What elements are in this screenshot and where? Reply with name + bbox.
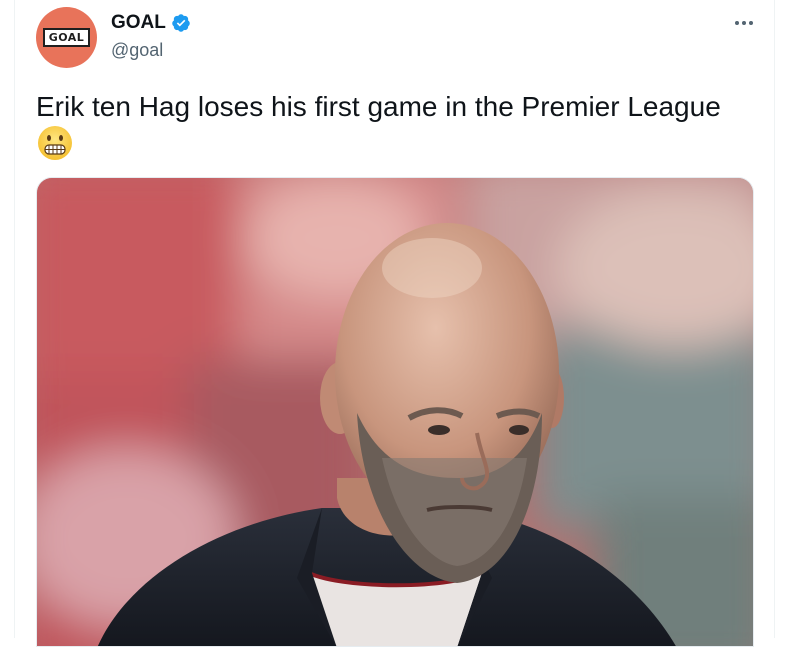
- more-options-button[interactable]: [730, 12, 758, 34]
- dot: [742, 21, 746, 25]
- tweet-text: Erik ten Hag loses his first game in the…: [36, 91, 721, 122]
- goal-logo: GOAL: [42, 28, 91, 47]
- author-handle[interactable]: @goal: [111, 40, 163, 61]
- photo-illustration: [37, 178, 753, 646]
- avatar[interactable]: GOAL: [36, 7, 97, 68]
- author-name-row: GOAL: [111, 12, 191, 34]
- grimacing-face-icon: [38, 126, 72, 160]
- verified-badge-icon: [172, 14, 190, 32]
- tweet-media-photo[interactable]: [36, 177, 754, 647]
- display-name[interactable]: GOAL: [111, 12, 166, 34]
- dot: [749, 21, 753, 25]
- avatar-logo-text: GOAL: [48, 31, 85, 44]
- tweet-card[interactable]: GOAL GOAL @goal Erik ten Hag loses his f…: [14, 0, 775, 647]
- dot: [735, 21, 739, 25]
